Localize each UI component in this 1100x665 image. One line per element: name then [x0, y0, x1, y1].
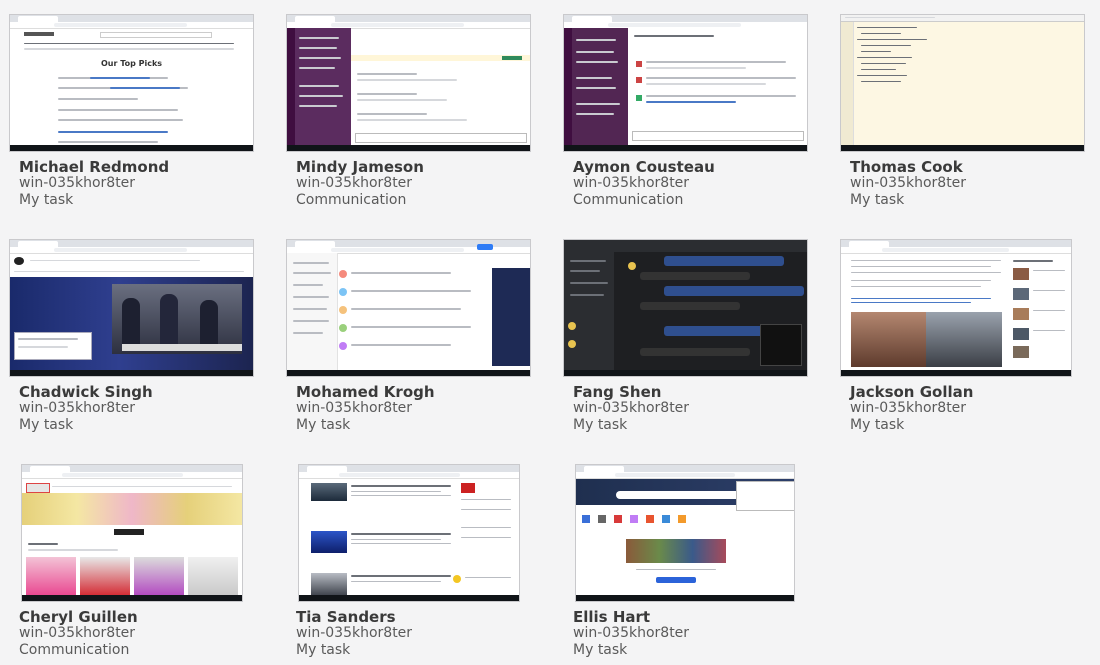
host-name: win-035khor8ter — [19, 625, 136, 641]
screen-thumbnail[interactable] — [575, 464, 795, 602]
user-name: Michael Redmond — [19, 158, 170, 176]
host-name: win-035khor8ter — [573, 175, 690, 191]
task-group: My task — [296, 642, 351, 658]
task-group: My task — [296, 417, 351, 433]
user-name: Cheryl Guillen — [19, 608, 138, 626]
screen-thumbnail[interactable] — [286, 14, 531, 152]
host-name: win-035khor8ter — [296, 175, 413, 191]
task-group: My task — [19, 192, 74, 208]
host-name: win-035khor8ter — [296, 400, 413, 416]
task-group: My task — [19, 417, 74, 433]
user-name: Thomas Cook — [850, 158, 963, 176]
host-name: win-035khor8ter — [573, 625, 690, 641]
task-group: My task — [850, 192, 905, 208]
screen-thumbnail[interactable] — [9, 239, 254, 377]
user-name: Fang Shen — [573, 383, 662, 401]
screen-thumbnail[interactable] — [840, 14, 1085, 152]
screen-thumbnail[interactable] — [21, 464, 243, 602]
user-name: Aymon Cousteau — [573, 158, 715, 176]
host-name: win-035khor8ter — [573, 400, 690, 416]
host-name: win-035khor8ter — [850, 175, 967, 191]
host-name: win-035khor8ter — [850, 400, 967, 416]
host-name: win-035khor8ter — [19, 175, 136, 191]
screen-thumbnail[interactable] — [840, 239, 1072, 377]
user-name: Mohamed Krogh — [296, 383, 435, 401]
task-group: My task — [573, 417, 628, 433]
task-group: My task — [850, 417, 905, 433]
task-group: My task — [573, 642, 628, 658]
user-name: Ellis Hart — [573, 608, 651, 626]
screen-thumbnail[interactable] — [563, 14, 808, 152]
user-name: Jackson Gollan — [850, 383, 974, 401]
screen-thumbnail[interactable] — [286, 239, 531, 377]
task-group: Communication — [296, 192, 407, 208]
task-group: Communication — [19, 642, 130, 658]
user-name: Chadwick Singh — [19, 383, 153, 401]
screen-thumbnail[interactable] — [563, 239, 808, 377]
screen-thumbnail[interactable]: Our Top Picks — [9, 14, 254, 152]
task-group: Communication — [573, 192, 684, 208]
host-name: win-035khor8ter — [19, 400, 136, 416]
thumb-heading: Our Top Picks — [100, 59, 163, 68]
screen-thumbnail[interactable] — [298, 464, 520, 602]
user-name: Mindy Jameson — [296, 158, 424, 176]
user-name: Tia Sanders — [296, 608, 396, 626]
host-name: win-035khor8ter — [296, 625, 413, 641]
